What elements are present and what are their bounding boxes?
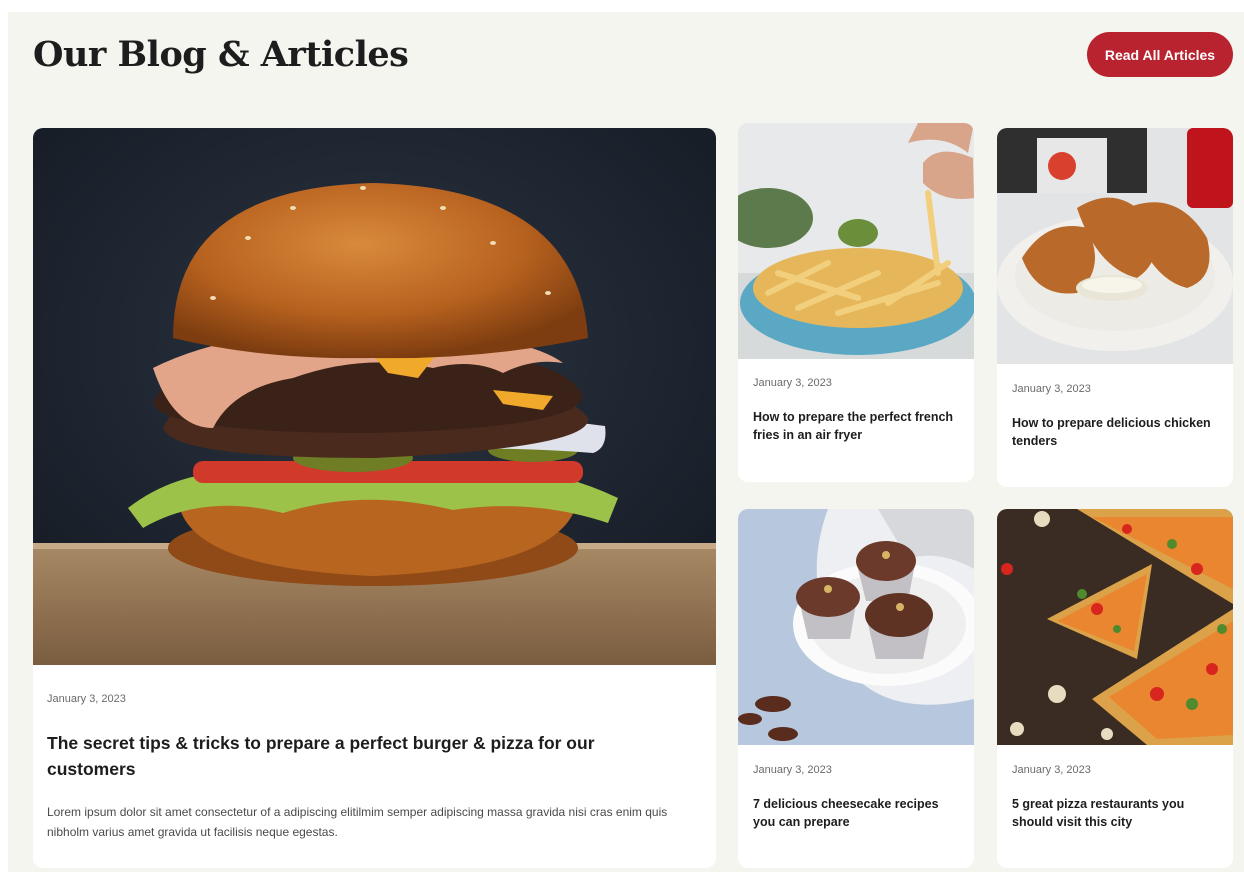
article-date: January 3, 2023 — [1012, 764, 1091, 776]
article-card[interactable]: January 3, 2023 7 delicious cheesecake r… — [738, 509, 974, 868]
french-fries-photo — [738, 123, 974, 359]
burger-photo — [33, 128, 716, 665]
article-date: January 3, 2023 — [1012, 383, 1091, 395]
chicken-tenders-photo — [997, 128, 1233, 364]
page-title: Our Blog & Articles — [33, 34, 409, 75]
article-date: January 3, 2023 — [753, 764, 832, 776]
featured-article-title[interactable]: The secret tips & tricks to prepare a pe… — [47, 730, 667, 782]
cupcakes-photo — [738, 509, 974, 745]
article-title[interactable]: How to prepare the perfect french fries … — [753, 408, 958, 444]
article-date: January 3, 2023 — [753, 377, 832, 389]
featured-article-excerpt: Lorem ipsum dolor sit amet consectetur o… — [47, 805, 668, 839]
article-title[interactable]: How to prepare delicious chicken tenders — [1012, 414, 1217, 450]
article-card[interactable]: January 3, 2023 How to prepare delicious… — [997, 128, 1233, 487]
featured-article-card[interactable]: January 3, 2023 The secret tips & tricks… — [33, 128, 716, 868]
read-all-articles-button[interactable]: Read All Articles — [1087, 32, 1233, 77]
article-title[interactable]: 5 great pizza restaurants you should vis… — [1012, 795, 1217, 831]
article-card[interactable]: January 3, 2023 How to prepare the perfe… — [738, 123, 974, 482]
article-date: January 3, 2023 — [47, 693, 126, 705]
article-card[interactable]: January 3, 2023 5 great pizza restaurant… — [997, 509, 1233, 868]
pizza-photo — [997, 509, 1233, 745]
blog-section: Our Blog & Articles Read All Articles Ja… — [8, 12, 1244, 872]
article-title[interactable]: 7 delicious cheesecake recipes you can p… — [753, 795, 958, 831]
